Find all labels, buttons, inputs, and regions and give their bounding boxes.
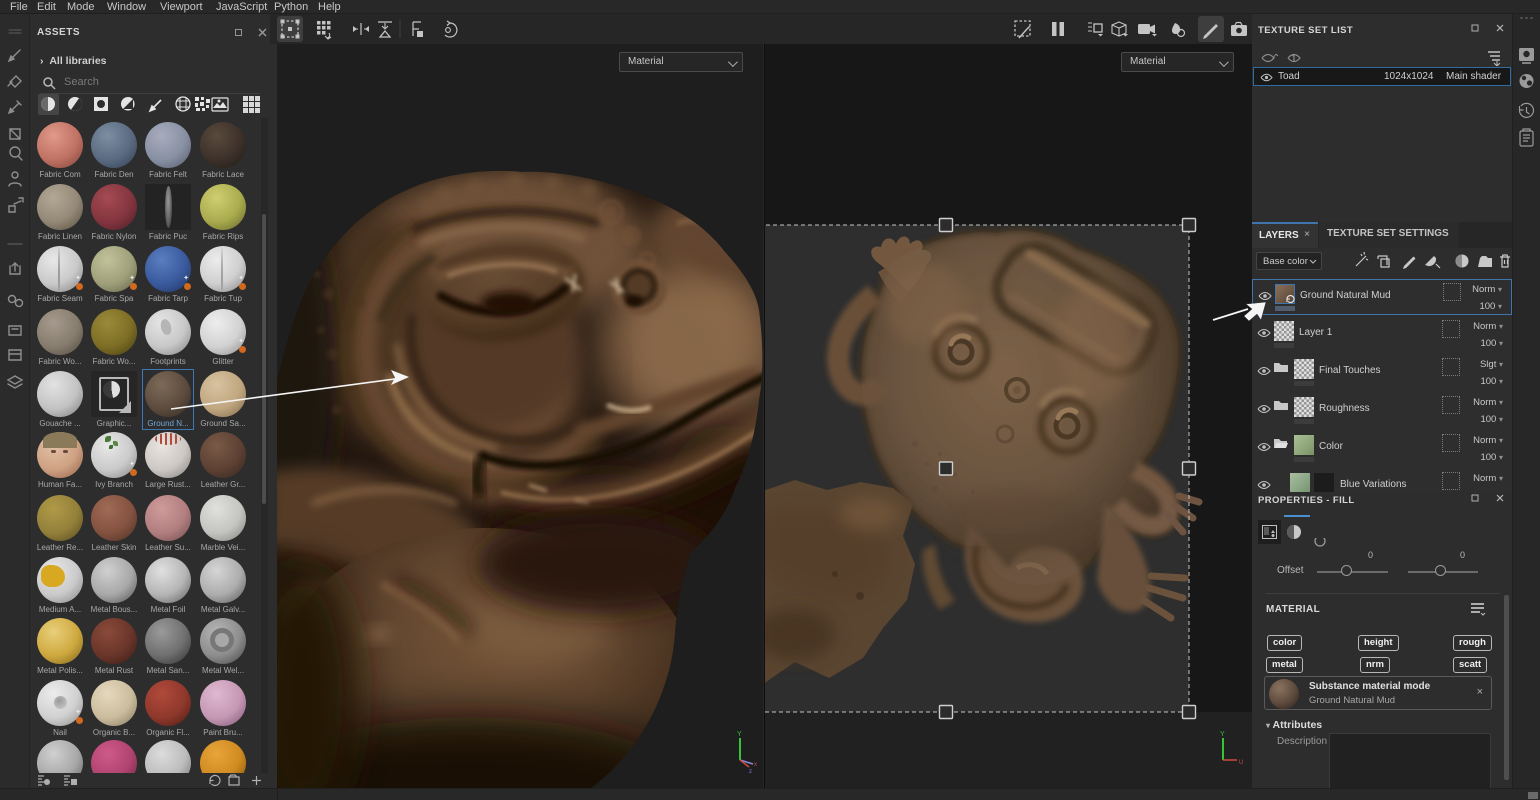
svg-text:U: U	[1239, 760, 1243, 766]
svg-text:Y: Y	[737, 731, 742, 738]
svg-text:z: z	[749, 769, 752, 775]
svg-text:Y: Y	[1220, 731, 1225, 738]
svg-text:x: x	[754, 762, 757, 768]
